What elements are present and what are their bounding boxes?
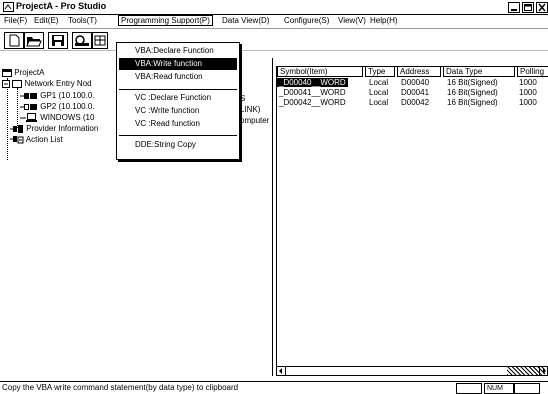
- column-header-address[interactable]: Address: [397, 67, 441, 77]
- tree-connector: [7, 78, 8, 160]
- tree-action-label: Action List: [25, 135, 63, 144]
- project-icon: [2, 68, 12, 77]
- scroll-left-button[interactable]: [277, 367, 286, 375]
- arrow-right-icon: [543, 368, 546, 374]
- menu-separator: [119, 135, 237, 136]
- tree-root-label: ProjectA: [14, 68, 45, 77]
- column-header-polling[interactable]: Polling: [517, 67, 548, 77]
- table-row[interactable]: _D00040__WORD Local D00040 16 Bit(Signed…: [277, 78, 548, 88]
- new-file-icon: [9, 34, 20, 47]
- window-title: ProjectA - Pro Studio: [16, 1, 107, 11]
- menu-item-vba-declare[interactable]: VBA:Declare Function: [119, 45, 237, 57]
- column-header-type[interactable]: Type: [365, 67, 395, 77]
- tree-node-windows[interactable]: WINDOWS (10: [20, 113, 95, 123]
- status-text: Copy the VBA write command statement(by …: [2, 383, 239, 392]
- cell-type: Local: [369, 98, 389, 107]
- cell-polling: 1000: [519, 98, 537, 107]
- menu-view[interactable]: View(V): [338, 16, 366, 25]
- toolbar: [0, 30, 548, 51]
- table-row[interactable]: _D00042__WORD Local D00042 16 Bit(Signed…: [277, 98, 548, 108]
- horizontal-scrollbar[interactable]: [276, 366, 548, 376]
- tree-node-label: GP1 (10.100.0.: [40, 91, 95, 100]
- menu-item-vc-read[interactable]: VC :Read function: [119, 118, 237, 130]
- cell-symbol: _D00042__WORD: [279, 98, 346, 107]
- toolbar-extra-button[interactable]: [92, 32, 108, 49]
- menu-data-view[interactable]: Data View(D): [222, 16, 269, 25]
- tree-network-entry[interactable]: Network Entry Nod: [2, 79, 92, 88]
- menu-tools[interactable]: Tools(T): [68, 16, 97, 25]
- menu-item-vc-declare[interactable]: VC :Declare Function: [119, 92, 237, 104]
- column-header-data-type[interactable]: Data Type: [443, 67, 515, 77]
- maximize-button[interactable]: [522, 2, 534, 13]
- open-folder-icon: [26, 37, 42, 47]
- minimize-button[interactable]: [508, 2, 520, 13]
- tree-connector: [17, 88, 18, 128]
- menu-help[interactable]: Help(H): [370, 16, 398, 25]
- cell-type: Local: [369, 78, 389, 87]
- device-icon: [20, 92, 38, 100]
- cell-polling: 1000: [519, 78, 537, 87]
- cell-type: Local: [369, 88, 389, 97]
- menu-item-vba-read[interactable]: VBA:Read function: [119, 71, 237, 83]
- menu-item-vba-write[interactable]: VBA:Write function: [119, 58, 237, 70]
- column-header-symbol[interactable]: Symbol(Item): [277, 67, 363, 77]
- menu-item-vc-write[interactable]: VC :Write function: [119, 105, 237, 117]
- tree-truncated-text: omputer: [240, 116, 270, 125]
- status-indicator: [456, 383, 482, 394]
- find-button[interactable]: [72, 32, 92, 49]
- menu-file[interactable]: File(F): [4, 16, 27, 25]
- cell-data-type: 16 Bit(Signed): [447, 78, 498, 87]
- title-bar: ProjectA - Pro Studio: [0, 0, 548, 15]
- tree-node-label: GP2 (10.100.0.: [40, 102, 95, 111]
- cell-symbol: _D00041__WORD: [279, 88, 346, 97]
- table-row[interactable]: _D00041__WORD Local D00041 16 Bit(Signed…: [277, 88, 548, 98]
- menu-item-dde-string-copy[interactable]: DDE:String Copy: [119, 139, 237, 151]
- status-indicator: [514, 383, 540, 394]
- close-button[interactable]: [536, 2, 548, 13]
- symbol-list: Symbol(Item) Type Address Data Type Poll…: [276, 66, 548, 368]
- tree-truncated-text: S: [240, 94, 246, 103]
- grid-icon: [94, 35, 106, 46]
- num-lock-indicator: NUM: [484, 383, 514, 394]
- provider-icon: [10, 124, 24, 133]
- tree-provider-label: Provider Information: [26, 124, 99, 133]
- tree-node-gp1[interactable]: GP1 (10.100.0.: [20, 91, 95, 100]
- cell-data-type: 16 Bit(Signed): [447, 98, 498, 107]
- cell-polling: 1000: [519, 88, 537, 97]
- tree-root[interactable]: ProjectA: [2, 68, 44, 77]
- save-button[interactable]: [48, 32, 68, 49]
- arrow-left-icon: [279, 368, 282, 374]
- tree-truncated-text: LINK): [240, 105, 261, 114]
- open-button[interactable]: [24, 32, 44, 49]
- action-list-icon: [10, 135, 24, 144]
- status-bar: Copy the VBA write command statement(by …: [0, 381, 548, 394]
- network-icon: [12, 79, 23, 88]
- programming-support-menu: VBA:Declare Function VBA:Write function …: [116, 42, 240, 160]
- computer-icon: [20, 113, 38, 123]
- cell-address: D00041: [401, 88, 430, 97]
- tree-node-label: WINDOWS (10: [40, 113, 95, 122]
- menu-programming-support[interactable]: Programming Support(P): [118, 15, 213, 26]
- tree-action-list[interactable]: Action List: [10, 135, 63, 144]
- cell-symbol: _D00040__WORD: [277, 78, 348, 87]
- save-disk-icon: [52, 35, 64, 46]
- cell-address: D00040: [401, 78, 430, 87]
- cell-address: D00042: [401, 98, 430, 107]
- cell-data-type: 16 Bit(Signed): [447, 88, 498, 97]
- menu-configure[interactable]: Configure(S): [284, 16, 329, 25]
- menu-separator: [119, 89, 237, 90]
- menu-edit[interactable]: Edit(E): [34, 16, 58, 25]
- tree-network-label: Network Entry Nod: [24, 79, 92, 88]
- collapse-icon[interactable]: [2, 79, 10, 88]
- menu-bar: File(F) Edit(E) Tools(T) Programming Sup…: [0, 15, 548, 29]
- tree-provider-info[interactable]: Provider Information: [10, 124, 98, 133]
- search-icon: [75, 35, 89, 46]
- device-icon: [20, 103, 38, 111]
- new-button[interactable]: [4, 32, 24, 49]
- app-icon: [3, 2, 14, 12]
- tree-node-gp2[interactable]: GP2 (10.100.0.: [20, 102, 95, 111]
- scroll-right-button[interactable]: [539, 367, 548, 375]
